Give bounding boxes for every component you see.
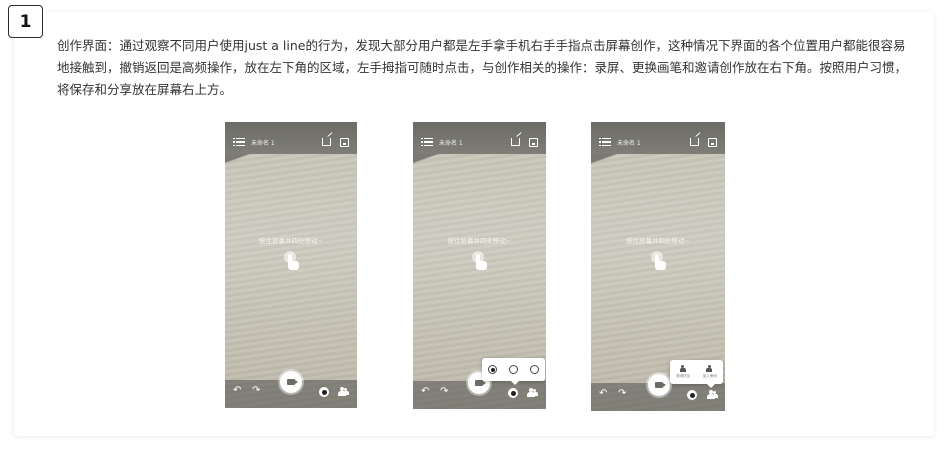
phone-screenshot-invite-menu: 未命名 1 按住屏幕并四处移动~ ↶ ↷ 邀请好友 加入房间 xyxy=(591,122,725,411)
person-icon xyxy=(679,365,687,372)
hand-tap-icon xyxy=(284,251,300,271)
video-camera-icon xyxy=(655,382,666,388)
video-camera-icon xyxy=(287,379,298,385)
pen-size-large-option[interactable] xyxy=(530,365,539,374)
menu-icon[interactable] xyxy=(421,137,433,147)
redo-icon[interactable]: ↷ xyxy=(618,389,626,399)
save-icon[interactable] xyxy=(708,137,717,147)
pen-select-button[interactable] xyxy=(508,388,518,398)
invite-friends-label: 邀请好友 xyxy=(676,374,691,378)
drawing-title: 未命名 1 xyxy=(439,139,463,147)
invite-button[interactable] xyxy=(527,388,538,397)
join-room-label: 加入房间 xyxy=(702,374,717,378)
save-icon[interactable] xyxy=(529,137,538,147)
video-camera-icon xyxy=(475,380,486,386)
pen-select-button[interactable] xyxy=(319,387,329,397)
drawing-title: 未命名 1 xyxy=(251,139,275,147)
undo-icon[interactable]: ↶ xyxy=(421,387,429,397)
hint-text: 按住屏幕并四处移动~ xyxy=(626,237,690,245)
menu-icon[interactable] xyxy=(599,137,611,147)
menu-icon[interactable] xyxy=(233,137,245,147)
record-button[interactable] xyxy=(648,374,670,396)
pen-size-popup xyxy=(482,358,545,385)
redo-icon[interactable]: ↷ xyxy=(252,386,260,396)
hand-tap-icon xyxy=(651,251,667,271)
share-icon[interactable] xyxy=(511,138,520,146)
section-number-badge: 1 xyxy=(8,5,43,38)
share-icon[interactable] xyxy=(690,138,699,146)
share-icon[interactable] xyxy=(322,138,331,146)
invite-popup: 邀请好友 加入房间 xyxy=(670,360,723,388)
save-icon[interactable] xyxy=(340,137,349,147)
description-text: 创作界面：通过观察不同用户使用just a line的行为，发现大部分用户都是左… xyxy=(57,38,908,97)
top-bar: 未命名 1 xyxy=(413,122,546,162)
pen-size-medium-option[interactable] xyxy=(509,365,518,374)
undo-icon[interactable]: ↶ xyxy=(599,389,607,399)
phone-screenshot-pen-picker: 未命名 1 按住屏幕并四处移动~ ↶ ↷ xyxy=(413,122,546,409)
drawing-title: 未命名 1 xyxy=(617,139,641,147)
redo-icon[interactable]: ↷ xyxy=(440,387,448,397)
hint-text: 按住屏幕并四处移动~ xyxy=(447,237,512,245)
person-icon xyxy=(706,365,714,372)
pen-select-button[interactable] xyxy=(687,390,697,400)
join-room-option[interactable]: 加入房间 xyxy=(703,365,717,379)
hint-text: 按住屏幕并四处移动~ xyxy=(259,237,323,245)
record-button[interactable] xyxy=(280,371,302,393)
phone-screenshot-default: 未命名 1 按住屏幕并四处移动~ ↶ ↷ xyxy=(225,122,357,408)
pen-size-small-option[interactable] xyxy=(488,365,497,374)
invite-friends-option[interactable]: 邀请好友 xyxy=(676,365,690,379)
invite-button[interactable] xyxy=(707,390,718,399)
undo-icon[interactable]: ↶ xyxy=(233,386,241,396)
invite-button[interactable] xyxy=(338,387,349,396)
top-bar: 未命名 1 xyxy=(591,122,725,162)
hand-tap-icon xyxy=(472,251,488,271)
top-bar: 未命名 1 xyxy=(225,122,357,162)
